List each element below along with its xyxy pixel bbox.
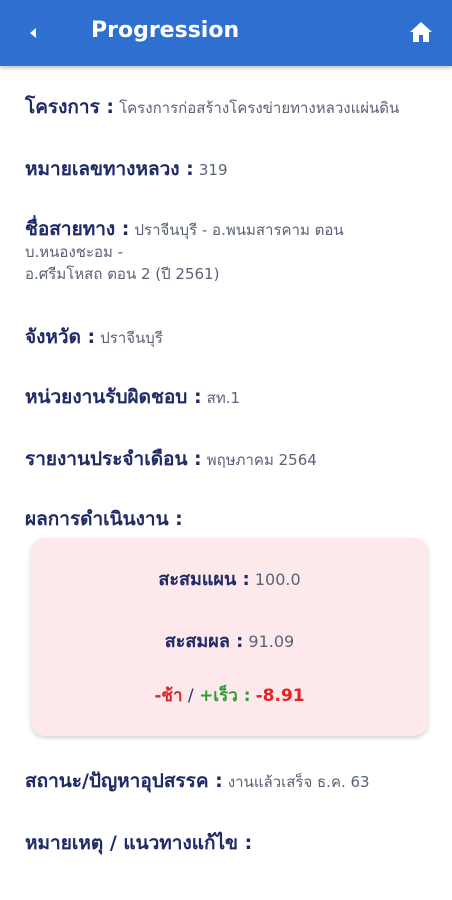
monthly-report-row: รายงานประจำเดือน : พฤษภาคม 2564: [25, 448, 447, 471]
status-label: สถานะ/ปัญหาอุปสรรค :: [25, 770, 223, 792]
detail-content: โครงการ : โครงการก่อสร้างโครงข่ายทางหลวง…: [0, 66, 452, 900]
province-row: จังหวัด : ปราจีนบุรี: [25, 326, 447, 349]
performance-card: สะสมแผน : 100.0 สะสมผล : 91.09 -ช้า / +เ…: [31, 538, 428, 736]
plan-label: สะสมแผน :: [158, 569, 250, 590]
difference-value: -8.91: [255, 686, 305, 706]
chevron-left-icon: [30, 28, 36, 38]
performance-label: ผลการดำเนินงาน :: [25, 508, 183, 530]
status-value: งานแล้วเสร็จ ธ.ค. 63: [227, 773, 370, 791]
result-line: สะสมผล : 91.09: [31, 630, 428, 654]
agency-label: หน่วยงานรับผิดชอบ :: [25, 386, 202, 408]
page-title: Progression: [91, 18, 240, 43]
highway-number-label: หมายเลขทางหลวง :: [25, 158, 194, 180]
route-value-line2: บ.หนองชะอม -: [25, 243, 124, 261]
difference-line: -ช้า / +เร็ว : -8.91: [31, 684, 428, 708]
fast-label: +เร็ว :: [199, 686, 251, 706]
remarks-label: หมายเหตุ / แนวทางแก้ไข :: [25, 832, 253, 854]
project-value: โครงการก่อสร้างโครงข่ายทางหลวงแผ่นดิน: [119, 99, 400, 117]
slow-label: -ช้า: [154, 686, 183, 706]
project-row: โครงการ : โครงการก่อสร้างโครงข่ายทางหลวง…: [25, 96, 447, 119]
back-button[interactable]: [18, 18, 48, 48]
route-row: ชื่อสายทาง : ปราจีนบุรี - อ.พนมสารคาม ตอ…: [25, 218, 447, 285]
monthly-report-value: พฤษภาคม 2564: [206, 451, 317, 469]
route-label: ชื่อสายทาง :: [25, 218, 130, 240]
route-value-line3: อ.ศรีมโหสถ ตอน 2 (ปี 2561): [25, 265, 220, 283]
monthly-report-label: รายงานประจำเดือน :: [25, 448, 202, 470]
status-row: สถานะ/ปัญหาอุปสรรค : งานแล้วเสร็จ ธ.ค. 6…: [25, 770, 447, 793]
app-bar: Progression: [0, 0, 452, 66]
agency-row: หน่วยงานรับผิดชอบ : สท.1: [25, 386, 447, 409]
route-value-line1: ปราจีนบุรี - อ.พนมสารคาม ตอน: [134, 221, 344, 239]
project-label: โครงการ :: [25, 96, 114, 118]
plan-value: 100.0: [254, 570, 301, 589]
province-label: จังหวัด :: [25, 326, 96, 348]
result-label: สะสมผล :: [164, 631, 244, 652]
highway-number-row: หมายเลขทางหลวง : 319: [25, 158, 447, 181]
highway-number-value: 319: [198, 161, 228, 179]
home-icon: [410, 22, 432, 42]
performance-row: ผลการดำเนินงาน :: [25, 508, 447, 531]
plan-line: สะสมแผน : 100.0: [31, 568, 428, 592]
agency-value: สท.1: [206, 389, 241, 407]
home-button[interactable]: [406, 17, 436, 47]
province-value: ปราจีนบุรี: [100, 329, 163, 347]
result-value: 91.09: [248, 632, 295, 651]
remarks-row: หมายเหตุ / แนวทางแก้ไข :: [25, 832, 447, 855]
slash-separator: /: [182, 686, 200, 706]
